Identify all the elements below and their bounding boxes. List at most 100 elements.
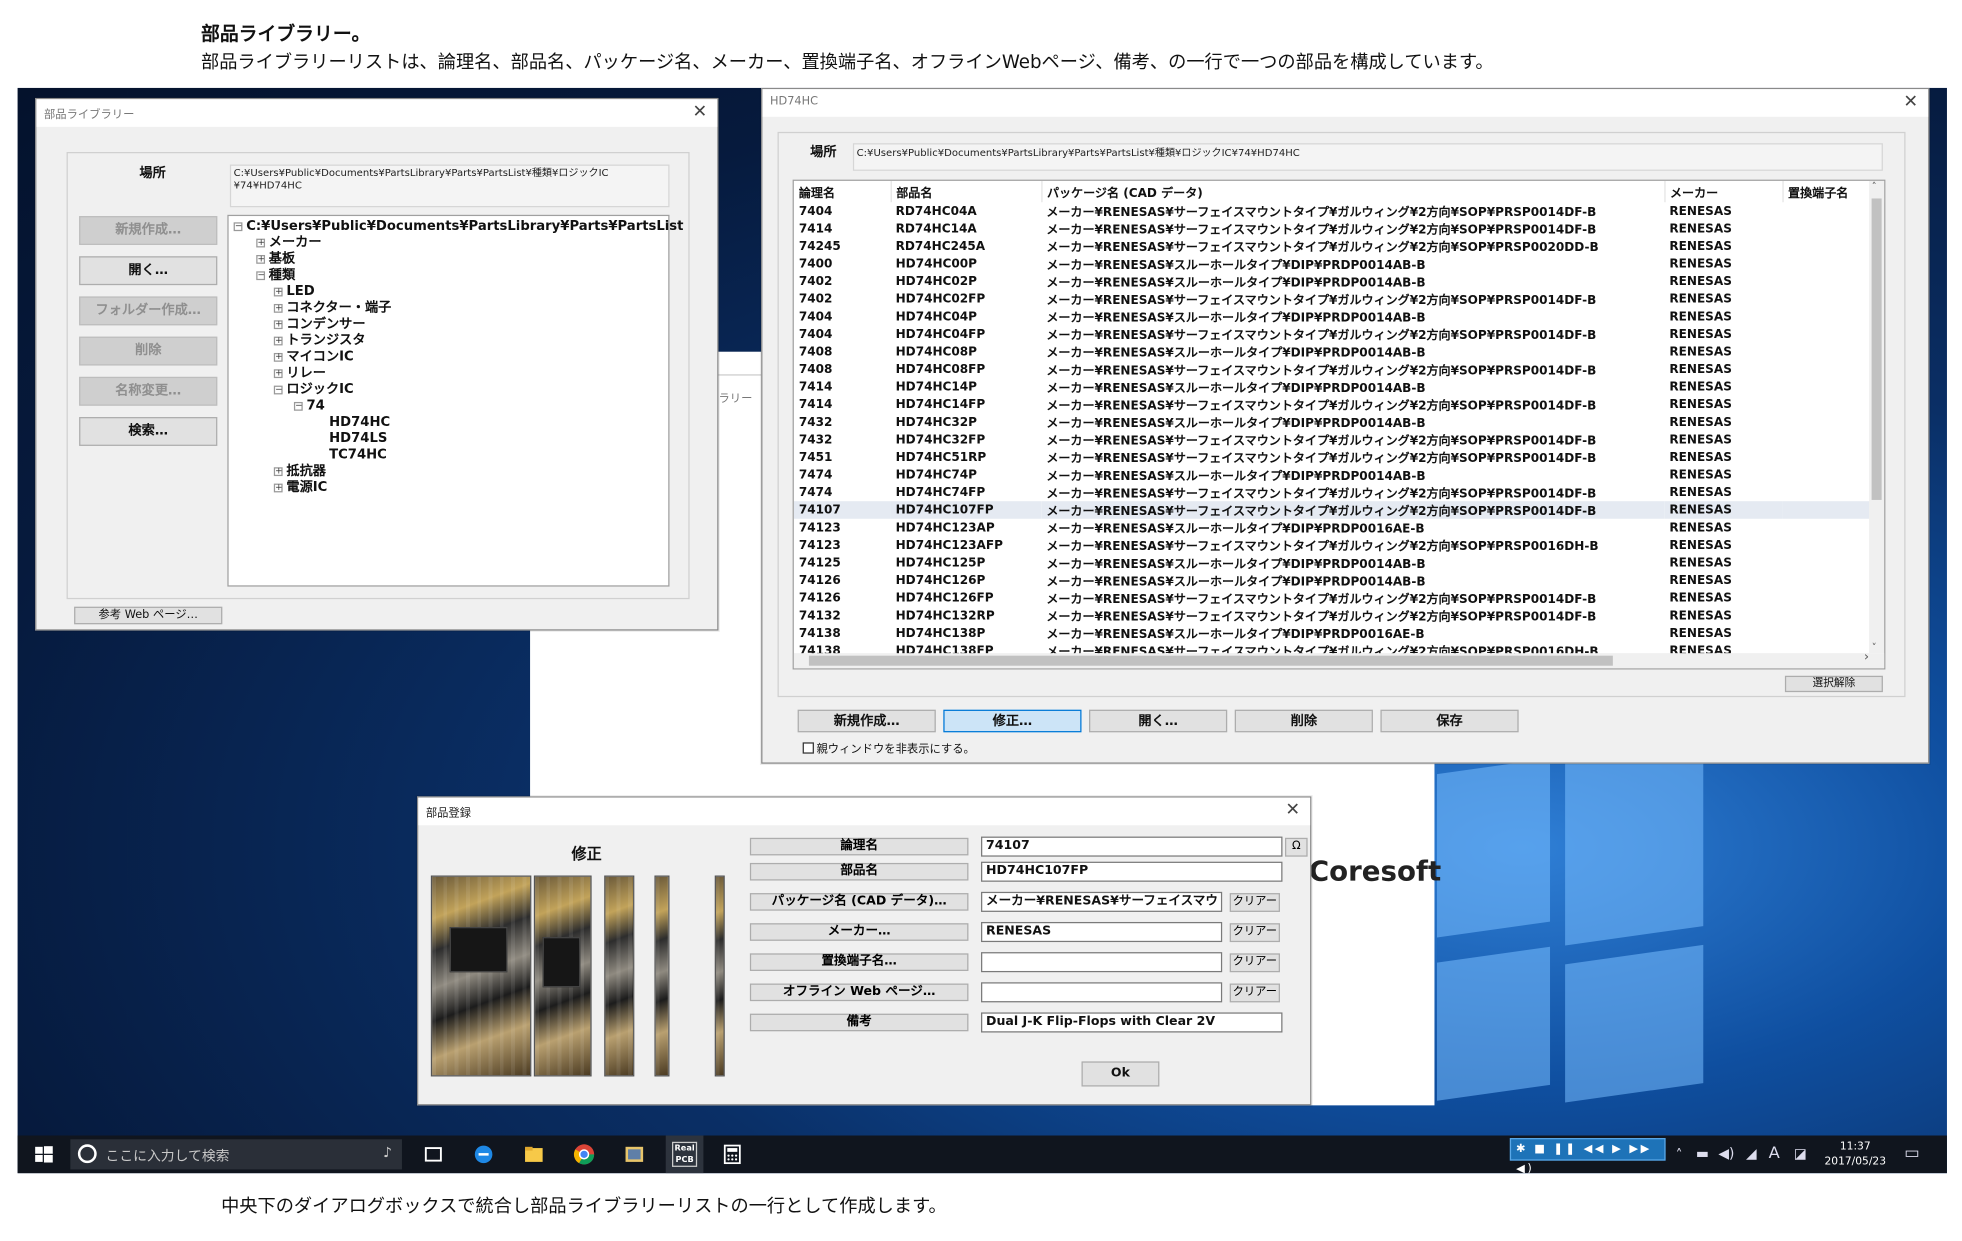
hscroll-thumb[interactable]	[808, 655, 1613, 666]
table-row[interactable]: 7414 HD74HC14FP メーカー¥RENESAS¥サーフェイスマウントタイプ…	[794, 396, 1883, 414]
table-row[interactable]: 74138 HD74HC138P メーカー¥RENESAS¥スルーホールタイプ¥DI…	[794, 624, 1883, 642]
clear-button[interactable]: クリアー	[1229, 923, 1280, 943]
table-row[interactable]: 7402 HD74HC02FP メーカー¥RENESAS¥サーフェイスマウントタイプ…	[794, 290, 1883, 308]
table-row[interactable]: 74245 RD74HC245A メーカー¥RENESAS¥サーフェイスマウントタイ…	[794, 237, 1883, 255]
table-row[interactable]: 7404 HD74HC04P メーカー¥RENESAS¥スルーホールタイプ¥DIP¥…	[794, 308, 1883, 326]
table-row[interactable]: 7414 HD74HC14P メーカー¥RENESAS¥スルーホールタイプ¥DIP¥…	[794, 378, 1883, 396]
volume-icon[interactable]: ◀)	[1718, 1146, 1734, 1162]
field-label[interactable]: 置換端子名…	[749, 953, 969, 971]
table-row[interactable]: 74132 HD74HC132RP メーカー¥RENESAS¥サーフェイスマウントタ…	[794, 607, 1883, 625]
field-label[interactable]: パッケージ名 (CAD データ)…	[749, 893, 969, 911]
tree-node-led[interactable]: + LED	[273, 284, 315, 300]
hide-parent-option[interactable]: 親ウィンドウを非表示にする。	[802, 740, 975, 756]
table-row[interactable]: 74123 HD74HC123AFP メーカー¥RENESAS¥サーフェイスマウント…	[794, 536, 1883, 554]
field-label[interactable]: メーカー…	[749, 923, 969, 941]
table-row[interactable]: 7474 HD74HC74P メーカー¥RENESAS¥スルーホールタイプ¥DIP¥…	[794, 466, 1883, 484]
chrome-icon[interactable]	[573, 1143, 596, 1166]
tree-node-capacitor[interactable]: + コンデンサー	[273, 317, 366, 333]
field-input[interactable]: RENESAS	[981, 921, 1223, 943]
table-row[interactable]: 7404 RD74HC04A メーカー¥RENESAS¥サーフェイスマウントタイプ¥…	[794, 202, 1883, 220]
delete-button[interactable]: 削除	[79, 336, 218, 366]
column-header[interactable]: メーカー	[1664, 180, 1784, 203]
list-edit-button[interactable]: 修正…	[943, 709, 1082, 733]
field-input[interactable]: メーカー¥RENESAS¥サーフェイスマウ	[981, 891, 1223, 912]
tree-node-tc74hc[interactable]: TC74HC	[329, 447, 387, 463]
omega-button[interactable]: Ω	[1284, 837, 1308, 857]
tree-node-transistor[interactable]: + トランジスタ	[273, 333, 366, 349]
tree-node-resistor[interactable]: + 抵抗器	[273, 464, 326, 480]
tree-node-relay[interactable]: + リレー	[273, 366, 326, 382]
ime-pad-icon[interactable]: ◪	[1794, 1146, 1807, 1162]
calculator-icon[interactable]	[721, 1143, 744, 1166]
microphone-icon[interactable]: ♪	[383, 1144, 392, 1160]
table-row[interactable]: 7402 HD74HC02P メーカー¥RENESAS¥スルーホールタイプ¥DIP¥…	[794, 273, 1883, 290]
new-folder-button[interactable]: フォルダー作成…	[79, 296, 218, 326]
tree-node-hd74ls[interactable]: HD74LS	[329, 431, 387, 447]
tree-root[interactable]: − C:¥Users¥Public¥Documents¥PartsLibrary¥…	[233, 219, 683, 235]
tree-node-maker[interactable]: + メーカー	[256, 235, 322, 251]
reference-web-button[interactable]: 参考 Web ページ…	[74, 606, 223, 625]
close-icon[interactable]: ✕	[692, 102, 707, 122]
table-row[interactable]: 7432 HD74HC32P メーカー¥RENESAS¥スルーホールタイプ¥DIP¥…	[794, 413, 1883, 431]
open-button[interactable]: 開く…	[79, 256, 218, 286]
deselect-button[interactable]: 選択解除	[1784, 675, 1883, 693]
network-icon[interactable]: ◢	[1746, 1146, 1757, 1162]
tree-node-power[interactable]: + 電源IC	[273, 480, 327, 496]
list-new-button[interactable]: 新規作成…	[797, 709, 936, 733]
table-row[interactable]: 74107 HD74HC107FP メーカー¥RENESAS¥サーフェイスマウントタ…	[793, 501, 1883, 519]
table-row[interactable]: 74126 HD74HC126P メーカー¥RENESAS¥スルーホールタイプ¥DI…	[794, 572, 1883, 589]
table-row[interactable]: 7408 HD74HC08P メーカー¥RENESAS¥スルーホールタイプ¥DIP¥…	[794, 343, 1883, 361]
edge-icon[interactable]	[472, 1143, 495, 1166]
table-row[interactable]: 7474 HD74HC74FP メーカー¥RENESAS¥サーフェイスマウントタイプ…	[794, 484, 1883, 501]
scroll-right-icon[interactable]: ›	[1864, 651, 1869, 665]
vertical-scrollbar[interactable]: ˄ ˅	[1869, 180, 1885, 653]
folder-tree[interactable]: − C:¥Users¥Public¥Documents¥PartsLibrary¥…	[227, 214, 683, 587]
field-input[interactable]: Dual J-K Flip-Flops with Clear 2V	[981, 1012, 1283, 1033]
hide-parent-checkbox[interactable]	[802, 742, 814, 754]
list-delete-button[interactable]: 削除	[1234, 709, 1373, 733]
field-input[interactable]: HD74HC107FP	[981, 861, 1283, 882]
table-row[interactable]: 7400 HD74HC00P メーカー¥RENESAS¥スルーホールタイプ¥DIP¥…	[794, 255, 1883, 273]
task-view-icon[interactable]	[422, 1143, 445, 1166]
search-button[interactable]: 検索…	[79, 417, 218, 446]
tree-node-kind[interactable]: − 種類	[256, 268, 295, 284]
media-control-toolbar[interactable]: ✱ ■ ❚❚ ◀◀ ▶ ▶▶ ◀)	[1509, 1138, 1666, 1173]
close-icon[interactable]: ✕	[1285, 800, 1300, 820]
tree-node-connector[interactable]: + コネクター・端子	[273, 300, 391, 316]
column-header[interactable]: パッケージ名 (CAD データ)	[1041, 180, 1665, 203]
tree-node-mcu[interactable]: + マイコンIC	[273, 349, 354, 365]
table-row[interactable]: 74126 HD74HC126FP メーカー¥RENESAS¥サーフェイスマウントタ…	[794, 589, 1883, 607]
taskbar-clock[interactable]: 11:37 2017/05/23	[1821, 1139, 1889, 1169]
horizontal-scrollbar[interactable]: ›	[793, 651, 1885, 669]
table-row[interactable]: 7451 HD74HC51RP メーカー¥RENESAS¥サーフェイスマウントタイプ…	[794, 448, 1883, 466]
battery-icon[interactable]: ▬	[1696, 1146, 1709, 1162]
photos-icon[interactable]	[623, 1143, 646, 1166]
close-icon[interactable]: ✕	[1903, 92, 1918, 112]
table-row[interactable]: 7408 HD74HC08FP メーカー¥RENESAS¥サーフェイスマウントタイプ…	[794, 361, 1883, 378]
tree-node-board[interactable]: + 基板	[256, 251, 295, 267]
field-input[interactable]	[981, 952, 1223, 973]
file-explorer-icon[interactable]	[523, 1143, 546, 1166]
scroll-down-icon[interactable]: ˅	[1872, 642, 1877, 653]
clear-button[interactable]: クリアー	[1229, 983, 1280, 1003]
field-label[interactable]: オフライン Web ページ…	[749, 983, 969, 1002]
table-row[interactable]: 7404 HD74HC04FP メーカー¥RENESAS¥サーフェイスマウントタイプ…	[794, 325, 1883, 343]
list-save-button[interactable]: 保存	[1380, 709, 1519, 733]
table-row[interactable]: 7414 RD74HC14A メーカー¥RENESAS¥サーフェイスマウントタイプ¥…	[794, 220, 1883, 238]
ime-indicator[interactable]: A	[1769, 1144, 1780, 1163]
table-row[interactable]: 7432 HD74HC32FP メーカー¥RENESAS¥サーフェイスマウントタイプ…	[794, 431, 1883, 449]
rename-button[interactable]: 名称変更…	[79, 376, 218, 406]
ok-button[interactable]: Ok	[1081, 1061, 1160, 1087]
notification-icon[interactable]: ▭	[1904, 1144, 1919, 1163]
scroll-thumb[interactable]	[1871, 198, 1882, 500]
column-header[interactable]: 置換端子名	[1782, 180, 1884, 203]
list-open-button[interactable]: 開く…	[1089, 709, 1228, 733]
table-row[interactable]: 74125 HD74HC125P メーカー¥RENESAS¥スルーホールタイプ¥DI…	[794, 554, 1883, 572]
realpcb-taskbar-button[interactable]: Real PCB	[665, 1135, 704, 1174]
chevron-up-icon[interactable]: ˄	[1676, 1147, 1683, 1163]
tree-node-hd74hc[interactable]: HD74HC	[329, 415, 390, 431]
table-row[interactable]: 74123 HD74HC123AP メーカー¥RENESAS¥スルーホールタイプ¥D…	[794, 519, 1883, 537]
tree-node-logic[interactable]: − ロジックIC	[273, 382, 354, 398]
clear-button[interactable]: クリアー	[1229, 953, 1280, 973]
taskbar-search[interactable]: ここに入力して検索 ♪	[70, 1139, 402, 1170]
